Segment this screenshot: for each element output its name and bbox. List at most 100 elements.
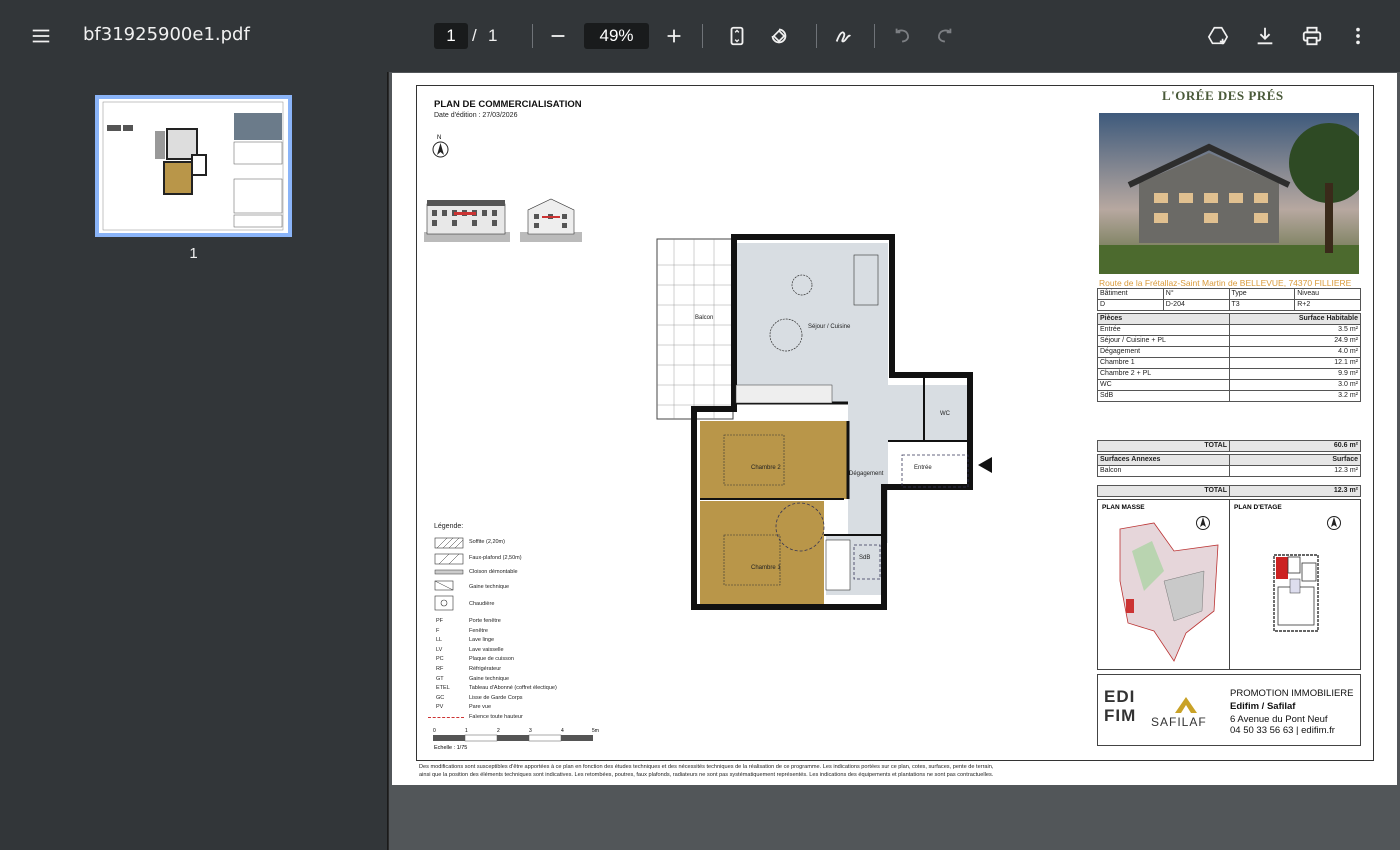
print-icon[interactable] [1294, 18, 1330, 54]
north-arrow-icon [1327, 516, 1341, 530]
safilaf-logo-icon [1175, 697, 1197, 713]
scale-label: Echelle : 1/75 [434, 745, 468, 751]
drive-upload-icon[interactable] [1200, 18, 1236, 54]
abbr-meaning: Gaine technique [469, 675, 510, 682]
annex-header: Surface [1229, 454, 1361, 466]
building-elevation-image [424, 200, 510, 242]
scale-tick: 5m [592, 728, 599, 734]
room-label-sejour: Séjour / Cuisine [808, 324, 851, 330]
safilaf-logo: SAFILAF [1151, 715, 1207, 729]
info-value: D [1097, 299, 1164, 311]
room-row: SdB 3.2 m² [1097, 390, 1361, 402]
room-row: Chambre 1 12.1 m² [1097, 357, 1361, 369]
room-name: Chambre 2 + PL [1097, 368, 1230, 380]
toolbar-divider [816, 24, 817, 48]
abbr-meaning: Réfrigérateur [469, 666, 502, 672]
room-name: WC [1097, 379, 1230, 391]
page-number-input[interactable]: 1 [434, 23, 468, 49]
annex-surface: 12.3 m² [1229, 465, 1361, 477]
annex-total-value: 12.3 m² [1229, 485, 1361, 497]
abbr-code: PC [436, 656, 444, 663]
rooms-header: Surface Habitable [1229, 313, 1361, 325]
room-name: Séjour / Cuisine + PL [1097, 335, 1230, 347]
plan-masse-title: PLAN MASSE [1102, 504, 1145, 511]
zoom-out-icon[interactable] [540, 18, 576, 54]
pdf-toolbar: bf31925900e1.pdf 1 / 1 49% [0, 0, 1400, 72]
abbr-meaning: Lisse de Garde Corps [469, 694, 523, 701]
room-label-wc: WC [940, 411, 950, 417]
legend-title: Légende: [434, 523, 464, 530]
room-label-entree: Entrée [914, 465, 932, 471]
scale-tick: 4 [561, 728, 564, 734]
info-header: Niveau [1294, 288, 1361, 300]
project-address: Route de la Frétallaz-Saint Martin de BE… [1099, 278, 1352, 288]
abbr-code: PV [436, 704, 444, 711]
abbr-code: LL [436, 637, 443, 644]
abbr-meaning: Fenêtre [469, 627, 488, 634]
zoom-in-icon[interactable] [656, 18, 692, 54]
scale-tick: 1 [465, 728, 468, 734]
legend-item: Faux-plafond (2,50m) [469, 555, 522, 561]
plan-title: PLAN DE COMMERCIALISATION [434, 99, 582, 110]
undo-icon[interactable] [885, 18, 921, 54]
thumbnail-page-number: 1 [189, 245, 198, 262]
abbr-code: ETEL [436, 685, 450, 692]
annotate-icon[interactable] [826, 18, 862, 54]
annex-total-label: TOTAL [1097, 485, 1230, 497]
room-row: Entrée 3.5 m² [1097, 324, 1361, 336]
toolbar-divider [532, 24, 533, 48]
zoom-input[interactable]: 49% [584, 23, 649, 49]
abbr-meaning: Pare vue [469, 704, 492, 711]
abbr-code: PF [436, 618, 444, 624]
scale-tick: 3 [529, 728, 532, 734]
room-surface: 3.0 m² [1229, 379, 1361, 391]
room-name: Entrée [1097, 324, 1230, 336]
download-icon[interactable] [1247, 18, 1283, 54]
room-row: WC 3.0 m² [1097, 379, 1361, 391]
room-label-chambre1: Chambre 1 [751, 565, 781, 571]
menu-icon[interactable] [23, 18, 59, 54]
info-value: D-204 [1162, 299, 1230, 311]
more-options-icon[interactable] [1340, 18, 1376, 54]
plan-masse-image [1119, 522, 1219, 662]
plan-etage-title: PLAN D'ETAGE [1234, 504, 1282, 511]
annex-table: Surfaces Annexes Surface Balcon 12.3 m² [1097, 454, 1361, 477]
total-value: 60.6 m² [1229, 440, 1361, 452]
abbr-meaning: Lave vaisselle [469, 646, 504, 653]
promo-contact: 04 50 33 56 63 | edifim.fr [1230, 725, 1335, 736]
redo-icon[interactable] [926, 18, 962, 54]
abbr-meaning: Porte fenêtre [469, 618, 501, 624]
page-separator: / [472, 26, 477, 45]
rotate-icon[interactable] [761, 18, 797, 54]
fit-page-icon[interactable] [719, 18, 755, 54]
legend-item: Chaudière [469, 601, 495, 607]
room-name: Chambre 1 [1097, 357, 1230, 369]
abbr-code: GT [436, 675, 444, 682]
abbr-code: GC [436, 694, 445, 701]
abbr-code: F [436, 627, 440, 634]
scale-tick: 2 [497, 728, 500, 734]
room-row: Dégagement 4.0 m² [1097, 346, 1361, 358]
page-thumbnail[interactable] [95, 95, 292, 237]
disclaimer-line: Des modifications sont susceptibles d'êt… [419, 764, 994, 770]
info-header: N° [1162, 288, 1230, 300]
room-label-sdb: SdB [859, 555, 871, 561]
info-table: Bâtiment N° Type Niveau D D-204 T3 R+2 [1097, 288, 1361, 311]
abbr-code: RF [436, 666, 444, 672]
total-label: TOTAL [1097, 440, 1230, 452]
rooms-header: Pièces [1097, 313, 1230, 325]
abbr-meaning: Lave linge [469, 637, 495, 644]
room-surface: 24.9 m² [1229, 335, 1361, 347]
room-surface: 9.9 m² [1229, 368, 1361, 380]
building-render-image [1099, 113, 1359, 274]
page-total: 1 [488, 26, 498, 45]
annex-header: Surfaces Annexes [1097, 454, 1230, 466]
edit-date: Date d'édition : 27/03/2026 [434, 112, 518, 119]
room-name: SdB [1097, 390, 1230, 402]
brand-logo: L'ORÉE DES PRÉS [1162, 88, 1284, 103]
scale-tick: 0 [433, 728, 436, 734]
room-label-chambre2: Chambre 2 [751, 465, 781, 471]
abbr-meaning: Tableau d'Abonné (coffret électique) [469, 685, 557, 692]
north-arrow-icon [432, 141, 449, 158]
floor-plan-drawing [656, 234, 992, 610]
